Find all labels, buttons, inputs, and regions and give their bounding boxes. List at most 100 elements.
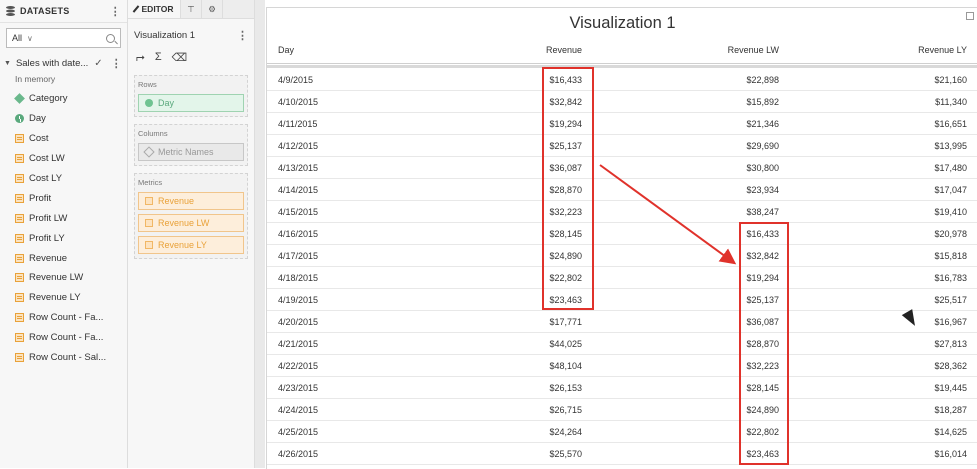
field-item[interactable]: Profit [0, 188, 127, 208]
editor-tools: ⮣ Σ ⌫ [136, 51, 254, 64]
maximize-icon[interactable] [966, 12, 974, 20]
field-label: Profit LW [29, 212, 68, 224]
field-item[interactable]: Row Count - Sal... [0, 348, 127, 368]
cell-day: 4/15/2015 [278, 207, 319, 217]
canvas-gutter [255, 0, 265, 468]
field-item[interactable]: Profit LW [0, 208, 127, 228]
cell-revenue-ly: $28,362 [934, 361, 967, 371]
metrics-pill-revenue[interactable]: Revenue [138, 192, 244, 210]
table-row[interactable]: 4/13/2015 $36,087 $30,800 $17,480 [267, 157, 977, 179]
search-icon[interactable] [106, 33, 115, 43]
metrics-label: Metrics [138, 178, 163, 187]
sigma-icon[interactable]: Σ [155, 51, 162, 64]
field-label: Cost LY [29, 173, 63, 184]
column-header-revenue-ly[interactable]: Revenue LY [918, 45, 967, 55]
table-row[interactable]: 4/21/2015 $44,025 $28,870 $27,813 [267, 333, 977, 355]
field-item[interactable]: Row Count - Fa... [0, 308, 127, 328]
cell-day: 4/25/2015 [278, 427, 319, 437]
field-label: Row Count - Fa... [29, 312, 104, 324]
cell-day: 4/9/2015 [278, 75, 314, 85]
database-icon [6, 6, 15, 16]
table-row[interactable]: 4/22/2015 $48,104 $32,223 $28,362 [267, 355, 977, 377]
time-attribute-icon [15, 114, 24, 124]
columns-pill-metric-names[interactable]: Metric Names [138, 143, 244, 161]
cell-revenue-lw: $29,690 [746, 141, 779, 151]
columns-dropzone[interactable]: Columns Metric Names [134, 124, 248, 166]
table-row[interactable]: 4/11/2015 $19,294 $21,346 $16,651 [267, 113, 977, 135]
tab-filter[interactable]: ⊤ [181, 0, 202, 18]
cell-revenue-ly: $14,625 [934, 427, 967, 437]
cell-day: 4/20/2015 [278, 317, 319, 327]
metrics-pill-revenue-ly[interactable]: Revenue LY [138, 236, 244, 254]
rows-dropzone[interactable]: Rows Day [134, 75, 248, 117]
collapse-triangle-icon[interactable]: ▼ [4, 60, 11, 67]
table-row[interactable]: 4/9/2015 $16,433 $22,898 $21,160 [267, 69, 977, 91]
metric-icon [145, 219, 153, 227]
viz-menu-icon[interactable]: ⋮ [237, 29, 248, 42]
dataset-menu-icon[interactable]: ⋮ [111, 57, 122, 70]
column-header-day[interactable]: Day [278, 45, 294, 55]
field-item[interactable]: Revenue [0, 248, 127, 268]
field-item[interactable]: Profit LY [0, 228, 127, 248]
viz-name: Visualization 1 [134, 30, 196, 41]
table-row[interactable]: 4/25/2015 $24,264 $22,802 $14,625 [267, 421, 977, 443]
table-row[interactable]: 4/16/2015 $28,145 $16,433 $20,978 [267, 223, 977, 245]
table-row[interactable]: 4/24/2015 $26,715 $24,890 $18,287 [267, 399, 977, 421]
table-row[interactable]: 4/15/2015 $32,223 $38,247 $19,410 [267, 201, 977, 223]
horizontal-scrollbar[interactable] [267, 65, 977, 68]
field-item[interactable]: Revenue LY [0, 288, 127, 308]
table-row[interactable]: 4/14/2015 $28,870 $23,934 $17,047 [267, 179, 977, 201]
rows-pill-day[interactable]: Day [138, 94, 244, 112]
metric-icon [145, 241, 153, 249]
table-row[interactable]: 4/17/2015 $24,890 $32,842 $15,818 [267, 245, 977, 267]
table-row[interactable]: 4/23/2015 $26,153 $28,145 $19,445 [267, 377, 977, 399]
cell-day: 4/24/2015 [278, 405, 319, 415]
field-item[interactable]: Cost LY [0, 169, 127, 189]
highlight-box-revenue-lw [739, 222, 789, 465]
dataset-row[interactable]: ▼ Sales with date... ✓ ⋮ [4, 57, 127, 70]
cell-revenue-ly: $15,818 [934, 251, 967, 261]
metrics-dropzone[interactable]: Metrics Revenue Revenue LW Revenue LY [134, 173, 248, 259]
visualization-container[interactable]: Visualization 1 Day Revenue Revenue LW R… [266, 7, 977, 469]
dataset-filter-dropdown[interactable]: All ∨ [6, 28, 121, 48]
tab-editor-label: EDITOR [141, 4, 174, 14]
cell-revenue: $17,771 [549, 317, 582, 327]
field-item[interactable]: Revenue LW [0, 268, 127, 288]
tab-editor[interactable]: EDITOR [128, 0, 181, 18]
eraser-icon[interactable]: ⌫ [172, 51, 188, 64]
tab-format[interactable]: ⚙ [202, 0, 223, 18]
field-item[interactable]: Day [0, 109, 127, 129]
cell-revenue-ly: $18,287 [934, 405, 967, 415]
field-label: Profit [29, 192, 52, 204]
table-row[interactable]: 4/12/2015 $25,137 $29,690 $13,995 [267, 135, 977, 157]
cell-revenue: $26,715 [549, 405, 582, 415]
cell-revenue-ly: $20,978 [934, 229, 967, 239]
table-row[interactable]: 4/18/2015 $22,802 $19,294 $16,783 [267, 267, 977, 289]
datasets-panel: DATASETS ⋮ All ∨ ▼ Sales with date... ✓ … [0, 0, 128, 468]
metric-icon [15, 134, 24, 144]
cell-revenue-ly: $17,480 [934, 163, 967, 173]
table-row[interactable]: 4/19/2015 $23,463 $25,137 $25,517 [267, 289, 977, 311]
column-header-revenue-lw[interactable]: Revenue LW [728, 45, 779, 55]
field-label: Day [29, 113, 46, 125]
field-item[interactable]: Category [0, 89, 127, 109]
field-label: Cost [29, 133, 49, 145]
metric-icon [15, 213, 24, 223]
cell-day: 4/19/2015 [278, 295, 319, 305]
field-label: Revenue LY [29, 292, 81, 304]
table-row[interactable]: 4/26/2015 $25,570 $23,463 $16,014 [267, 443, 977, 465]
swap-axes-icon[interactable]: ⮣ [136, 51, 145, 64]
datasets-menu-icon[interactable]: ⋮ [110, 5, 121, 18]
field-item[interactable]: Cost LW [0, 149, 127, 169]
metrics-pill-revenue-lw[interactable]: Revenue LW [138, 214, 244, 232]
field-label: Row Count - Fa... [29, 332, 104, 344]
table-row[interactable]: 4/10/2015 $32,842 $15,892 $11,340 [267, 91, 977, 113]
field-item[interactable]: Cost [0, 129, 127, 149]
table-row[interactable]: 4/20/2015 $17,771 $36,087 $16,967 [267, 311, 977, 333]
column-header-revenue[interactable]: Revenue [546, 45, 582, 55]
cell-day: 4/26/2015 [278, 449, 319, 459]
field-label: Cost LW [29, 153, 65, 165]
rows-label: Rows [138, 80, 157, 89]
field-item[interactable]: Row Count - Fa... [0, 328, 127, 348]
cell-day: 4/12/2015 [278, 141, 319, 151]
